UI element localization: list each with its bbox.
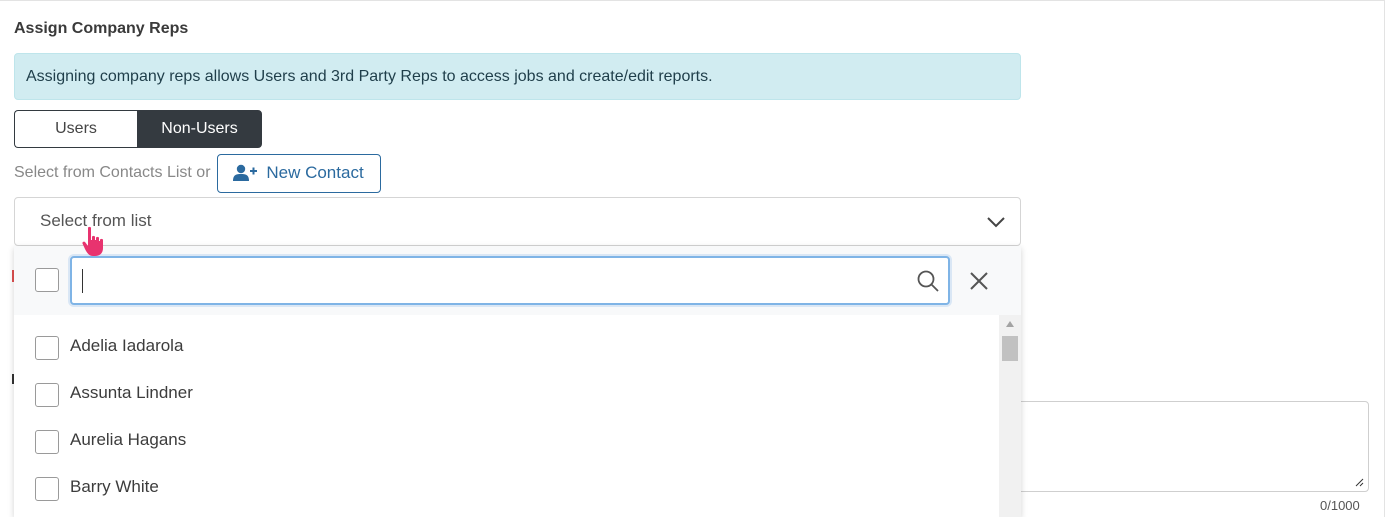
user-plus-icon [233, 164, 258, 181]
users-tab[interactable]: Users [14, 110, 137, 148]
list-item[interactable]: Assunta Lindner [14, 371, 999, 418]
pointer-hand-cursor-icon [82, 226, 103, 256]
non-users-tab[interactable]: Non-Users [137, 110, 262, 148]
contacts-select[interactable]: Select from list [14, 197, 1021, 246]
notes-textarea[interactable] [1012, 401, 1369, 492]
chevron-down-icon [987, 217, 1005, 228]
item-checkbox[interactable] [35, 430, 59, 454]
text-caret [82, 269, 83, 293]
contacts-row: Select from Contacts List or New Contact [14, 153, 381, 193]
dropdown-header [14, 246, 1021, 315]
select-all-checkbox[interactable] [35, 268, 59, 292]
item-label: Adelia Iadarola [70, 336, 184, 355]
scrollbar-thumb[interactable] [1002, 336, 1018, 361]
search-icon [917, 270, 939, 292]
new-contact-button[interactable]: New Contact [216, 153, 381, 193]
contacts-dropdown: Adelia Iadarola Assunta Lindner Aurelia … [14, 246, 1021, 517]
info-alert: Assigning company reps allows Users and … [14, 53, 1021, 100]
resize-handle-icon[interactable] [1355, 478, 1364, 487]
list-item[interactable]: Barry White [14, 465, 999, 512]
scroll-up-arrow-icon[interactable] [1005, 320, 1015, 328]
notes-counter: 0/1000 [1320, 498, 1360, 513]
list-scrollbar[interactable] [999, 315, 1021, 517]
item-checkbox[interactable] [35, 383, 59, 407]
list-item[interactable]: Aurelia Hagans [14, 418, 999, 465]
search-input[interactable] [70, 256, 950, 305]
user-type-toggle: Users Non-Users [14, 110, 262, 148]
item-checkbox[interactable] [35, 477, 59, 501]
contacts-list: Adelia Iadarola Assunta Lindner Aurelia … [14, 315, 999, 517]
item-label: Barry White [70, 477, 159, 496]
item-checkbox[interactable] [35, 336, 59, 360]
new-contact-label: New Contact [266, 163, 364, 182]
item-label: Assunta Lindner [70, 383, 193, 402]
hidden-label-fragment [0, 372, 14, 388]
close-icon[interactable] [968, 270, 990, 292]
list-item[interactable]: Adelia Iadarola [14, 324, 999, 371]
contacts-prompt: Select from Contacts List or [14, 164, 211, 181]
section-title: Assign Company Reps [14, 20, 189, 37]
hidden-required-marker [0, 268, 14, 282]
item-label: Aurelia Hagans [70, 430, 187, 449]
